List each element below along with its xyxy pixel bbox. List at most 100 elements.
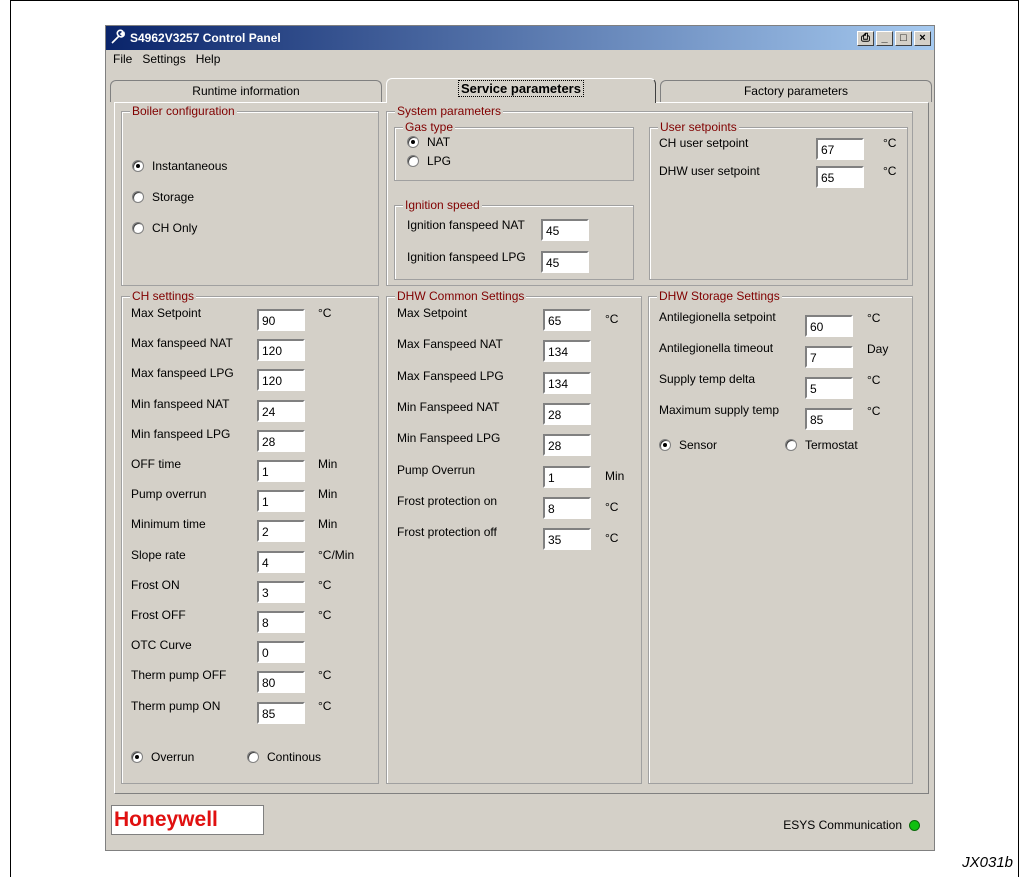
otc-curve-input[interactable]: 0 xyxy=(257,641,305,664)
radio-termostat-label: Termostat xyxy=(805,438,858,452)
antilegionella-setpoint-input[interactable]: 60 xyxy=(805,315,853,337)
slope-rate-input[interactable]: 4 xyxy=(257,550,305,573)
min-fanspeed-lpg-label: Min fanspeed LPG xyxy=(131,426,231,441)
maximum-supply-temp-label: Maximum supply temp xyxy=(659,403,780,417)
therm-pump-on-label: Therm pump ON xyxy=(131,698,221,713)
radio-continous[interactable]: Continous xyxy=(247,750,321,764)
app-wrench-icon xyxy=(110,29,126,48)
radio-continous-label: Continous xyxy=(267,750,322,764)
ignition-fanspeed-nat-input[interactable]: 45 xyxy=(541,219,589,241)
dhw-storage-settings-group: DHW Storage Settings Antilegionella setp… xyxy=(648,289,913,784)
radio-nat[interactable]: NAT xyxy=(407,135,450,149)
frost-protection-on-label: Frost protection on xyxy=(397,493,498,508)
menu-help[interactable]: Help xyxy=(191,52,226,66)
tab-service-parameters[interactable]: Service parameters xyxy=(386,78,656,103)
dhw-user-setpoint-input[interactable]: 65 xyxy=(816,166,864,188)
minimize-button[interactable]: _ xyxy=(876,30,893,46)
radio-storage[interactable]: Storage xyxy=(132,190,194,204)
system-parameters-legend: System parameters xyxy=(395,104,504,118)
dhw-common-settings-legend: DHW Common Settings xyxy=(395,289,527,303)
frost-off-label: Frost OFF xyxy=(131,608,186,622)
min-fanspeed-nat-input[interactable]: 24 xyxy=(257,399,305,422)
therm-pump-on-unit: °C xyxy=(318,698,332,713)
antilegionella-setpoint-unit: °C xyxy=(867,311,881,325)
pump-overrun-input[interactable]: 1 xyxy=(543,465,591,488)
radio-empty-icon xyxy=(407,155,419,167)
supply-temp-delta-unit: °C xyxy=(867,373,881,387)
frost-protection-off-input[interactable]: 35 xyxy=(543,528,591,551)
ch-user-setpoint-unit: °C xyxy=(883,136,897,150)
therm-pump-off-input[interactable]: 80 xyxy=(257,671,305,694)
ch-settings-group: CH settings Max Setpoint 90 °C Max fanspeed… xyxy=(121,289,379,784)
radio-sensor[interactable]: Sensor xyxy=(659,438,717,452)
ch-user-setpoint-input[interactable]: 67 xyxy=(816,138,864,160)
radio-overrun[interactable]: Overrun xyxy=(131,750,194,764)
tab-factory-parameters[interactable]: Factory parameters xyxy=(660,80,932,102)
dhw-storage-settings-legend: DHW Storage Settings xyxy=(657,289,782,303)
service-parameters-panel: Boiler configuration Instantaneous Stora… xyxy=(114,102,929,794)
radio-lpg[interactable]: LPG xyxy=(407,154,451,168)
frost-protection-on-input[interactable]: 8 xyxy=(543,496,591,519)
user-setpoints-legend: User setpoints xyxy=(658,120,739,134)
frost-protection-off-unit: °C xyxy=(605,531,619,546)
menu-bar: File Settings Help xyxy=(106,50,934,68)
frost-on-input[interactable]: 3 xyxy=(257,580,305,603)
max-fanspeed-lpg-label: Max Fanspeed LPG xyxy=(397,368,504,383)
system-parameters-group: System parameters Gas type NAT LPG Ignit… xyxy=(386,104,913,286)
max-setpoint-input[interactable]: 90 xyxy=(257,309,305,331)
min-fanspeed-lpg-input[interactable]: 28 xyxy=(257,429,305,452)
dhw-user-setpoint-unit: °C xyxy=(883,164,897,178)
radio-selected-icon xyxy=(407,136,419,148)
therm-pump-off-unit: °C xyxy=(318,668,332,683)
radio-instantaneous[interactable]: Instantaneous xyxy=(132,159,227,173)
antilegionella-timeout-unit: Day xyxy=(867,342,889,356)
supply-temp-delta-input[interactable]: 5 xyxy=(805,377,853,399)
ignition-speed-legend: Ignition speed xyxy=(403,198,482,212)
radio-selected-icon xyxy=(131,751,143,763)
radio-termostat[interactable]: Termostat xyxy=(785,438,858,452)
min-fanspeed-lpg-label: Min Fanspeed LPG xyxy=(397,431,501,446)
status-bar: Honeywell ESYS Communication xyxy=(110,796,930,842)
max-fanspeed-nat-label: Max Fanspeed NAT xyxy=(397,337,503,352)
max-fanspeed-nat-input[interactable]: 120 xyxy=(257,339,305,362)
pump-overrun-input[interactable]: 1 xyxy=(257,490,305,513)
tab-runtime-information[interactable]: Runtime information xyxy=(110,80,382,102)
title-bar[interactable]: S4962V3257 Control Panel ⎙ _ □ × xyxy=(106,26,934,50)
radio-sensor-label: Sensor xyxy=(679,438,718,452)
off-time-input[interactable]: 1 xyxy=(257,460,305,482)
menu-settings[interactable]: Settings xyxy=(137,52,190,66)
min-fanspeed-nat-label: Min fanspeed NAT xyxy=(131,396,230,411)
radio-ch-only[interactable]: CH Only xyxy=(132,221,197,235)
max-fanspeed-lpg-label: Max fanspeed LPG xyxy=(131,366,234,381)
minimum-time-input[interactable]: 2 xyxy=(257,520,305,543)
figure-id: JX031b xyxy=(962,854,1013,871)
dhw-common-settings-group: DHW Common Settings Max Setpoint 65 °C Max … xyxy=(386,289,642,784)
frost-off-input[interactable]: 8 xyxy=(257,611,305,633)
max-fanspeed-lpg-input[interactable]: 134 xyxy=(543,371,591,394)
min-fanspeed-nat-input[interactable]: 28 xyxy=(543,402,591,425)
pump-overrun-unit: Min xyxy=(605,468,625,483)
ignition-fanspeed-lpg-input[interactable]: 45 xyxy=(541,251,589,273)
window-title: S4962V3257 Control Panel xyxy=(130,31,281,45)
max-fanspeed-nat-input[interactable]: 134 xyxy=(543,340,591,363)
minimum-time-label: Minimum time xyxy=(131,517,206,532)
ignition-fanspeed-nat-label: Ignition fanspeed NAT xyxy=(407,218,525,232)
max-setpoint-input[interactable]: 65 xyxy=(543,309,591,331)
max-fanspeed-lpg-input[interactable]: 120 xyxy=(257,369,305,392)
maximum-supply-temp-unit: °C xyxy=(867,404,881,418)
frost-off-unit: °C xyxy=(318,608,332,622)
minimum-time-unit: Min xyxy=(318,517,338,532)
tab-strip: Runtime information Service parameters F… xyxy=(110,78,932,103)
maximum-supply-temp-input[interactable]: 85 xyxy=(805,408,853,430)
ch-user-setpoint-label: CH user setpoint xyxy=(659,136,749,150)
print-icon[interactable]: ⎙ xyxy=(857,30,874,46)
min-fanspeed-lpg-input[interactable]: 28 xyxy=(543,434,591,457)
antilegionella-timeout-input[interactable]: 7 xyxy=(805,346,853,368)
therm-pump-on-input[interactable]: 85 xyxy=(257,701,305,724)
maximize-button[interactable]: □ xyxy=(895,30,912,46)
ignition-speed-group: Ignition speed Ignition fanspeed NAT 45 … xyxy=(394,198,634,280)
honeywell-logo: Honeywell xyxy=(111,805,264,835)
close-button[interactable]: × xyxy=(914,30,931,46)
menu-file[interactable]: File xyxy=(108,52,137,66)
boiler-configuration-legend: Boiler configuration xyxy=(130,104,237,118)
